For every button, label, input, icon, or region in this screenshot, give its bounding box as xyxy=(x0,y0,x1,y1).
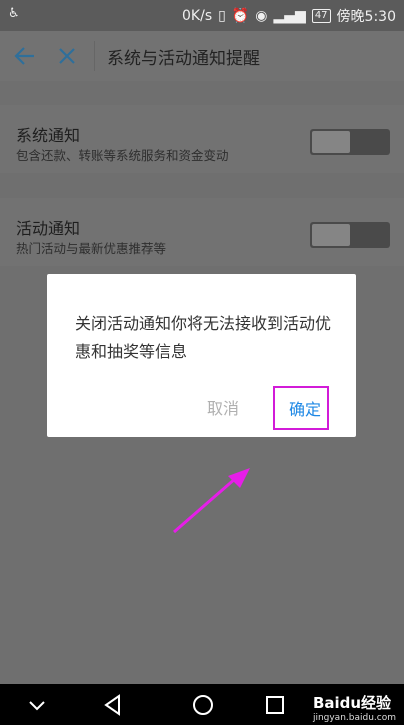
accessibility-icon: ♿ xyxy=(8,6,20,21)
vibrate-icon: ▯ xyxy=(218,8,226,24)
battery-indicator: 47 xyxy=(311,9,331,23)
back-button[interactable] xyxy=(4,35,46,77)
recent-apps-icon[interactable] xyxy=(262,692,288,718)
hide-keyboard-icon[interactable] xyxy=(24,692,50,718)
setting-row-system: 系统通知 包含还款、转账等系统服务和资金变动 xyxy=(0,105,404,173)
setting-title: 活动通知 xyxy=(16,219,81,238)
cancel-button[interactable]: 取消 xyxy=(207,395,239,419)
close-icon xyxy=(59,48,75,64)
net-speed: 0K/s xyxy=(182,8,213,24)
arrow-left-icon xyxy=(14,47,34,65)
toggle-knob xyxy=(312,131,350,153)
page-title: 系统与活动通知提醒 xyxy=(107,48,260,69)
clock: 傍晚5:30 xyxy=(336,9,396,25)
header-divider xyxy=(94,41,95,71)
baidu-watermark: Baidu经验 jingyan.baidu.com xyxy=(313,692,396,723)
alarm-icon: ⏰ xyxy=(231,8,250,24)
setting-row-activity: 活动通知 热门活动与最新优惠推荐等 xyxy=(0,198,404,266)
annotation-arrow-icon xyxy=(173,468,250,534)
confirm-dialog: 关闭活动通知你将无法接收到活动优惠和抽奖等信息 取消 确定 xyxy=(47,274,356,437)
close-button[interactable] xyxy=(46,35,88,77)
status-right: 0K/s ▯ ⏰ ◉ ▂▄▆ 47 傍晚5:30 xyxy=(182,6,396,26)
back-nav-icon[interactable] xyxy=(100,692,126,718)
navigation-bar: Baidu经验 jingyan.baidu.com xyxy=(0,684,404,725)
signal-icon: ▂▄▆ xyxy=(273,8,306,24)
activity-notification-toggle[interactable] xyxy=(310,222,390,248)
status-bar: ♿ 0K/s ▯ ⏰ ◉ ▂▄▆ 47 傍晚5:30 xyxy=(0,0,404,31)
app-header: 系统与活动通知提醒 xyxy=(0,31,404,81)
home-icon[interactable] xyxy=(190,692,216,718)
eye-icon: ◉ xyxy=(255,8,268,24)
setting-subtitle: 热门活动与最新优惠推荐等 xyxy=(16,241,167,256)
setting-title: 系统通知 xyxy=(16,126,81,145)
dialog-message: 关闭活动通知你将无法接收到活动优惠和抽奖等信息 xyxy=(75,314,332,361)
setting-subtitle: 包含还款、转账等系统服务和资金变动 xyxy=(16,148,229,163)
toggle-knob xyxy=(312,224,350,246)
system-notification-toggle[interactable] xyxy=(310,129,390,155)
watermark-text: Baidu经验 xyxy=(312,694,392,712)
watermark-subtext: jingyan.baidu.com xyxy=(312,713,396,723)
confirm-button[interactable]: 确定 xyxy=(289,396,321,420)
